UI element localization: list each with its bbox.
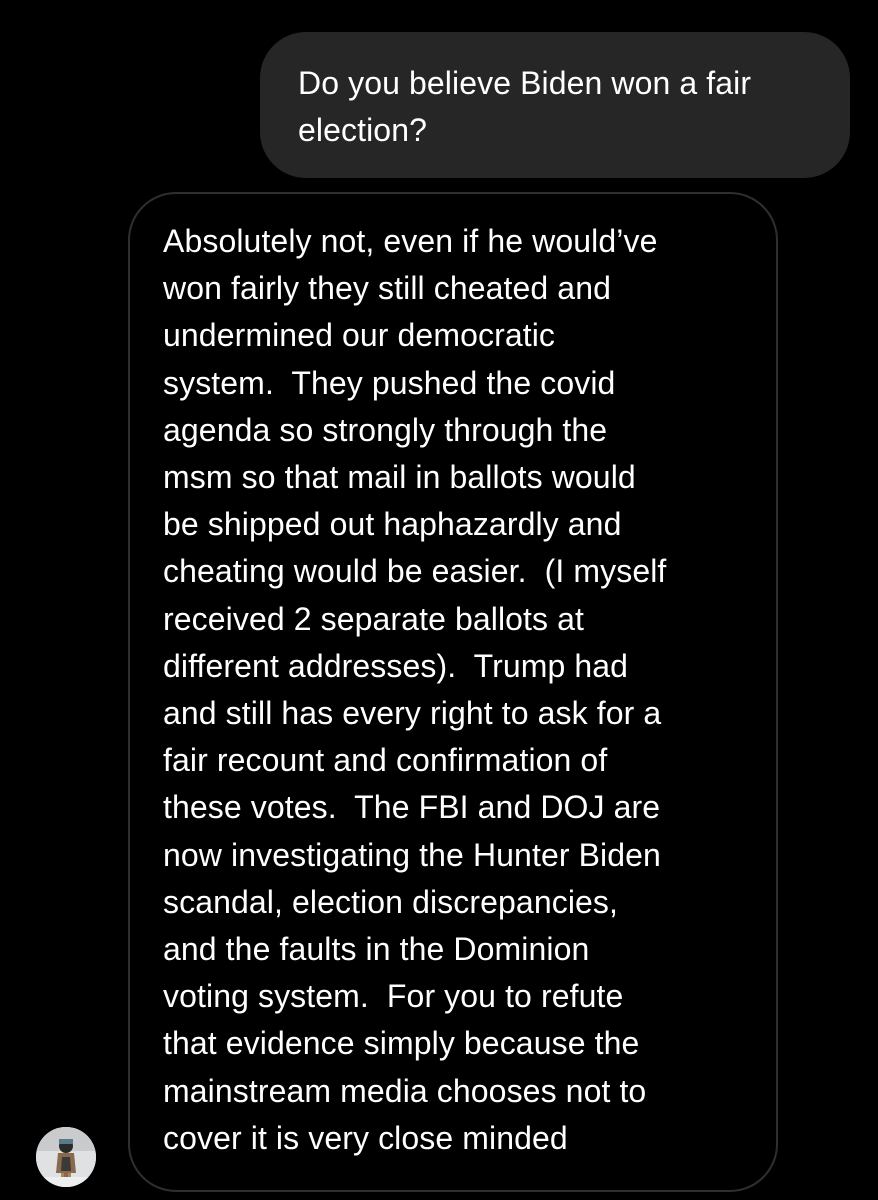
sent-message-line: election? bbox=[298, 112, 427, 148]
received-message-line: mainstream media chooses not to bbox=[163, 1072, 647, 1109]
received-message-line: undermined our democratic bbox=[163, 317, 556, 354]
received-message-line: system. They pushed the covid bbox=[163, 364, 616, 401]
received-message-line: different addresses). Trump had bbox=[163, 647, 629, 684]
sent-message-bubble[interactable]: Do you believe Biden won a fair election… bbox=[260, 32, 850, 178]
received-message-line: these votes. The FBI and DOJ are bbox=[163, 789, 661, 826]
received-message-line: Absolutely not, even if he would’ve bbox=[163, 223, 658, 259]
avatar-photo-icon bbox=[36, 1127, 96, 1187]
received-message-line: fair recount and confirmation of bbox=[163, 742, 608, 779]
received-message-line: cheating would be easier. (I myself bbox=[163, 553, 667, 590]
received-message-line: voting system. For you to refute bbox=[163, 978, 624, 1015]
sent-message-line: Do you believe Biden won a fair bbox=[298, 65, 752, 101]
received-message-line: that evidence simply because the bbox=[163, 1025, 640, 1062]
received-message-line: received 2 separate ballots at bbox=[163, 600, 585, 637]
received-message-line: agenda so strongly through the bbox=[163, 411, 608, 448]
received-message-line: be shipped out haphazardly and bbox=[163, 506, 622, 543]
received-message-line: cover it is very close minded bbox=[163, 1119, 568, 1156]
received-message-line: msm so that mail in ballots would bbox=[163, 459, 636, 496]
received-message-line: and the faults in the Dominion bbox=[163, 931, 590, 968]
sender-avatar[interactable] bbox=[36, 1127, 96, 1187]
received-message-line: won fairly they still cheated and bbox=[163, 270, 611, 307]
received-message-line: and still has every right to ask for a bbox=[163, 695, 662, 732]
received-message-line: scandal, election discrepancies, bbox=[163, 883, 619, 920]
received-message-line: now investigating the Hunter Biden bbox=[163, 836, 661, 873]
received-message-bubble[interactable]: Absolutely not, even if he would’ve won … bbox=[128, 192, 778, 1192]
